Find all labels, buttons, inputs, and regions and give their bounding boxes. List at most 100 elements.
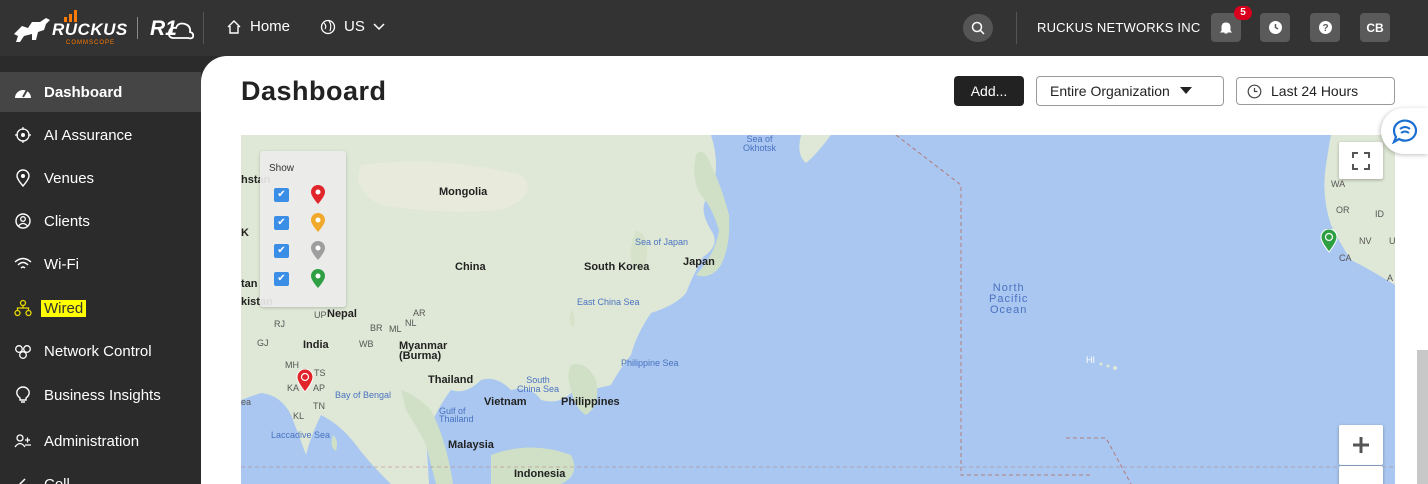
region-label: US bbox=[344, 18, 365, 35]
sidebar-item-label: Dashboard bbox=[44, 83, 123, 101]
home-nav[interactable]: Home bbox=[226, 18, 290, 35]
map-label: AP bbox=[313, 383, 326, 393]
location-pin-icon bbox=[14, 169, 32, 187]
map-label: GJ bbox=[257, 338, 269, 348]
logo-divider bbox=[137, 17, 138, 39]
wifi-icon bbox=[14, 255, 32, 273]
orange-pin-icon bbox=[311, 213, 325, 232]
map-label: Malaysia bbox=[448, 439, 494, 451]
map-label: Sea of Okhotsk bbox=[743, 135, 777, 153]
checkbox-checked-icon[interactable]: ✔ bbox=[274, 244, 289, 258]
map-label: Vietnam bbox=[484, 396, 527, 408]
client-face-icon bbox=[14, 212, 32, 230]
map-label: NL bbox=[405, 318, 417, 328]
chat-assistant-icon bbox=[1392, 119, 1418, 144]
help-icon: ? bbox=[1318, 21, 1332, 34]
map-label: BR bbox=[370, 323, 383, 333]
map-label: Myanmar (Burma) bbox=[399, 340, 448, 362]
map-label: Laccadive Sea bbox=[271, 430, 331, 440]
sidebar-item-venues[interactable]: Venues bbox=[0, 158, 201, 198]
lightbulb-icon bbox=[14, 386, 32, 404]
map-label: ea bbox=[241, 397, 252, 407]
scope-select[interactable]: Entire Organization bbox=[1036, 76, 1224, 106]
map-label: ID bbox=[1375, 209, 1384, 219]
legend-row-gray[interactable]: ✔ bbox=[274, 241, 334, 261]
ai-brain-icon bbox=[14, 126, 32, 144]
help-button[interactable]: ? bbox=[1310, 13, 1340, 42]
user-avatar-button[interactable]: CB bbox=[1360, 13, 1390, 42]
search-button[interactable] bbox=[963, 14, 993, 42]
sidebar-item-business-insights[interactable]: Business Insights bbox=[0, 375, 201, 415]
venue-pin-red[interactable] bbox=[296, 369, 314, 393]
map-label: North Pacific Ocean bbox=[989, 282, 1029, 316]
fullscreen-icon bbox=[1352, 151, 1370, 170]
sidebar-item-label: Network Control bbox=[44, 342, 152, 360]
search-icon bbox=[971, 21, 985, 35]
admin-users-icon bbox=[14, 432, 32, 450]
zoom-in-button[interactable] bbox=[1339, 425, 1383, 465]
map-label: NV bbox=[1359, 236, 1372, 246]
sidebar-item-dashboard[interactable]: Dashboard bbox=[0, 72, 201, 112]
home-label: Home bbox=[250, 18, 291, 35]
top-bar: RUCKUS COMMSCOPE R1 Home US RUCKUS NETWO… bbox=[0, 0, 1428, 56]
org-name[interactable]: RUCKUS NETWORKS INC bbox=[1037, 20, 1200, 35]
globe-icon bbox=[320, 19, 336, 34]
sidebar-item-wifi[interactable]: Wi-Fi bbox=[0, 244, 201, 284]
map-label: HI bbox=[1086, 355, 1095, 365]
sidebar-item-network-control[interactable]: Network Control bbox=[0, 331, 201, 371]
map-label: India bbox=[303, 339, 329, 351]
assistant-tab[interactable] bbox=[1381, 108, 1428, 154]
avatar-initials: CB bbox=[1366, 20, 1384, 35]
page-scrollbar[interactable] bbox=[1417, 350, 1428, 484]
brand-sub: COMMSCOPE bbox=[66, 40, 116, 46]
map-label: Philippine Sea bbox=[621, 358, 679, 368]
legend-row-green[interactable]: ✔ bbox=[274, 269, 334, 289]
legend-row-red[interactable]: ✔ bbox=[274, 185, 334, 205]
region-dropdown[interactable]: US bbox=[320, 18, 385, 35]
map-label: WB bbox=[359, 339, 374, 349]
sidebar-item-label: Business Insights bbox=[44, 386, 161, 404]
activity-button[interactable] bbox=[1260, 13, 1290, 42]
map-label: Indonesia bbox=[514, 468, 566, 480]
sidebar-item-wired[interactable]: Wired bbox=[0, 288, 201, 328]
gauge-icon bbox=[14, 83, 32, 101]
ruckus-logo[interactable]: RUCKUS COMMSCOPE bbox=[10, 8, 132, 48]
sidebar-item-collapse[interactable]: Coll... bbox=[0, 464, 201, 484]
map-label: Mongolia bbox=[439, 186, 488, 198]
sidebar-item-clients[interactable]: Clients bbox=[0, 201, 201, 241]
checkbox-checked-icon[interactable]: ✔ bbox=[274, 216, 289, 230]
checkbox-checked-icon[interactable]: ✔ bbox=[274, 188, 289, 202]
map-label: TS bbox=[314, 368, 326, 378]
add-button[interactable]: Add... bbox=[954, 76, 1024, 106]
page-title: Dashboard bbox=[241, 76, 387, 106]
minus-icon bbox=[1352, 477, 1370, 484]
checkbox-checked-icon[interactable]: ✔ bbox=[274, 272, 289, 286]
zoom-out-button[interactable] bbox=[1339, 466, 1383, 484]
collapse-icon bbox=[14, 475, 32, 484]
map-label: WA bbox=[1331, 179, 1346, 189]
plus-icon bbox=[1353, 437, 1369, 453]
map-label: Japan bbox=[683, 256, 715, 268]
map-label: UP bbox=[314, 310, 327, 320]
cloud-icon bbox=[168, 22, 194, 40]
map-label: South China Sea bbox=[517, 375, 560, 394]
time-range-select[interactable]: Last 24 Hours bbox=[1236, 77, 1395, 105]
map-label: Sea of Japan bbox=[635, 237, 689, 247]
brand-word: RUCKUS bbox=[52, 20, 128, 39]
map-label: Nepal bbox=[327, 308, 357, 320]
venue-pin-green[interactable] bbox=[1320, 229, 1338, 253]
sidebar-item-administration[interactable]: Administration bbox=[0, 421, 201, 461]
fullscreen-button[interactable] bbox=[1339, 142, 1383, 179]
map-label: Gulf of Thailand bbox=[439, 406, 474, 424]
scope-select-value: Entire Organization bbox=[1050, 83, 1170, 99]
map-label: ML bbox=[389, 324, 402, 334]
sidebar-item-ai-assurance[interactable]: AI Assurance bbox=[0, 115, 201, 155]
legend-row-orange[interactable]: ✔ bbox=[274, 213, 334, 233]
venue-map[interactable]: Sea of Okhotsk Mongolia Sea of Japan Chi… bbox=[241, 135, 1395, 484]
map-label: AR bbox=[413, 308, 426, 318]
home-icon bbox=[227, 19, 241, 34]
network-control-icon bbox=[14, 342, 32, 360]
add-button-label: Add... bbox=[970, 83, 1008, 99]
sidebar-item-label: Administration bbox=[44, 432, 140, 450]
sidebar-item-label: Wi-Fi bbox=[44, 255, 79, 273]
